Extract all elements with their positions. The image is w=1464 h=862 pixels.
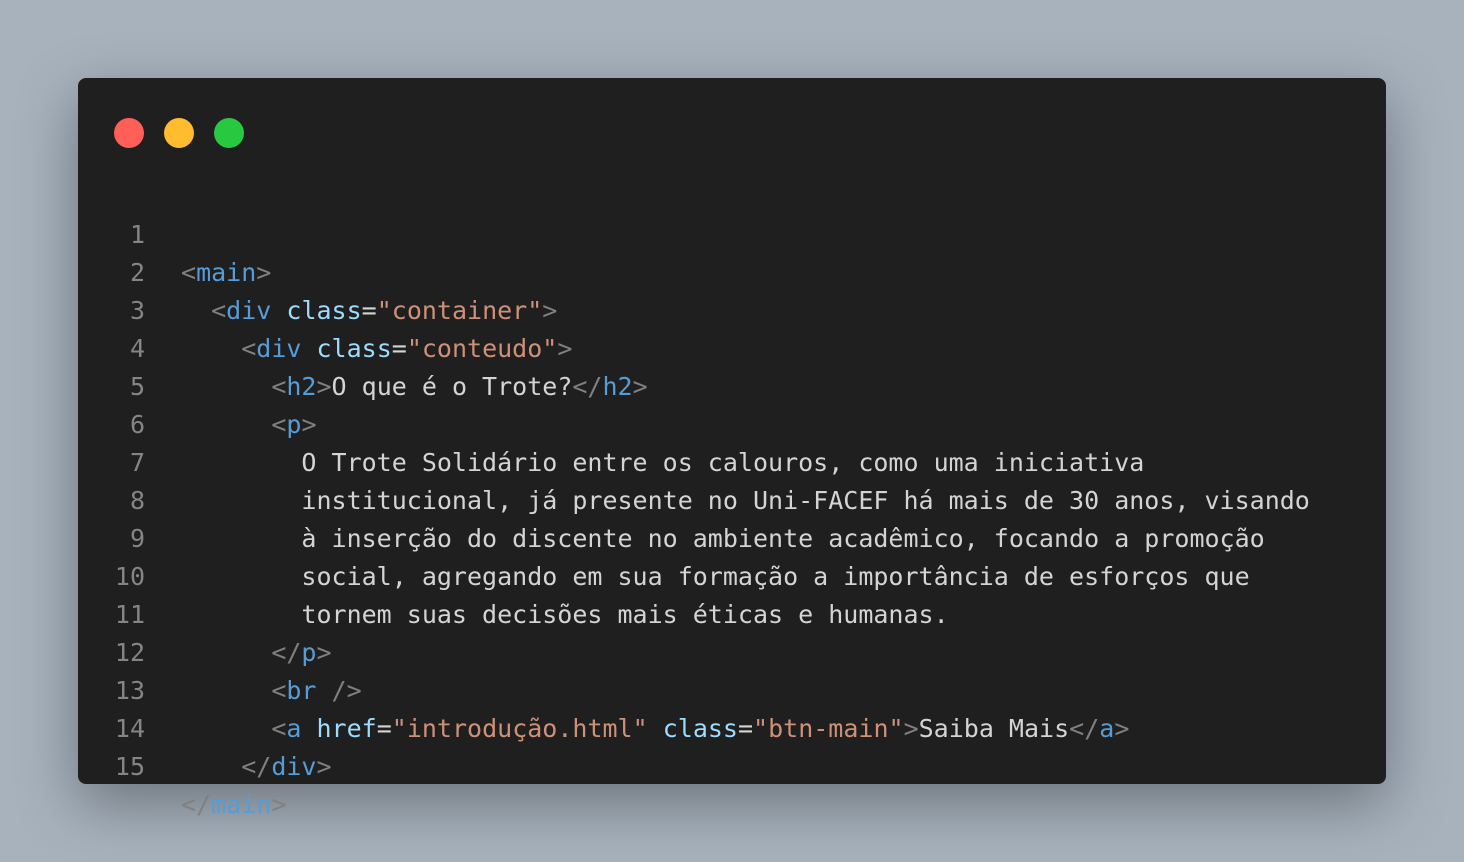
minimize-dot-icon[interactable] <box>164 118 194 148</box>
code-line: 3 <div class="conteudo"> <box>78 254 1386 363</box>
code-line: 9 social, agregando em sua formação a im… <box>78 482 1386 591</box>
line-content: </main> <box>181 790 287 819</box>
tag-name: div <box>271 752 317 781</box>
code-line: 11 </p> <box>78 558 1386 667</box>
code-line: 6 O Trote Solidário entre os calouros, c… <box>78 368 1386 477</box>
code-window: 1 <main> 2 <div class="container"> 3 <di… <box>78 78 1386 819</box>
code-line: 8 à inserção do discente no ambiente aca… <box>78 444 1386 553</box>
code-line: 4 <h2>O que é o Trote?</h2> <box>78 292 1386 401</box>
code-line: 15 </main> <box>78 710 1386 819</box>
code-line: 12 <br /> <box>78 596 1386 705</box>
close-dot-icon[interactable] <box>114 118 144 148</box>
code-line: 14 </div> <box>78 672 1386 781</box>
tag-name: main <box>211 790 272 819</box>
code-line: 1 <main> <box>78 178 1386 287</box>
code-block: 1 <main> 2 <div class="container"> 3 <di… <box>78 178 1386 819</box>
code-line: 7 institucional, já presente no Uni-FACE… <box>78 406 1386 515</box>
code-line: 13 <a href="introdução.html" class="btn-… <box>78 634 1386 743</box>
line-content: </div> <box>241 752 332 781</box>
code-line: 5 <p> <box>78 330 1386 439</box>
code-line: 10 tornem suas decisões mais éticas e hu… <box>78 520 1386 629</box>
code-line: 2 <div class="container"> <box>78 216 1386 325</box>
line-number: 15 <box>114 752 145 781</box>
maximize-dot-icon[interactable] <box>214 118 244 148</box>
